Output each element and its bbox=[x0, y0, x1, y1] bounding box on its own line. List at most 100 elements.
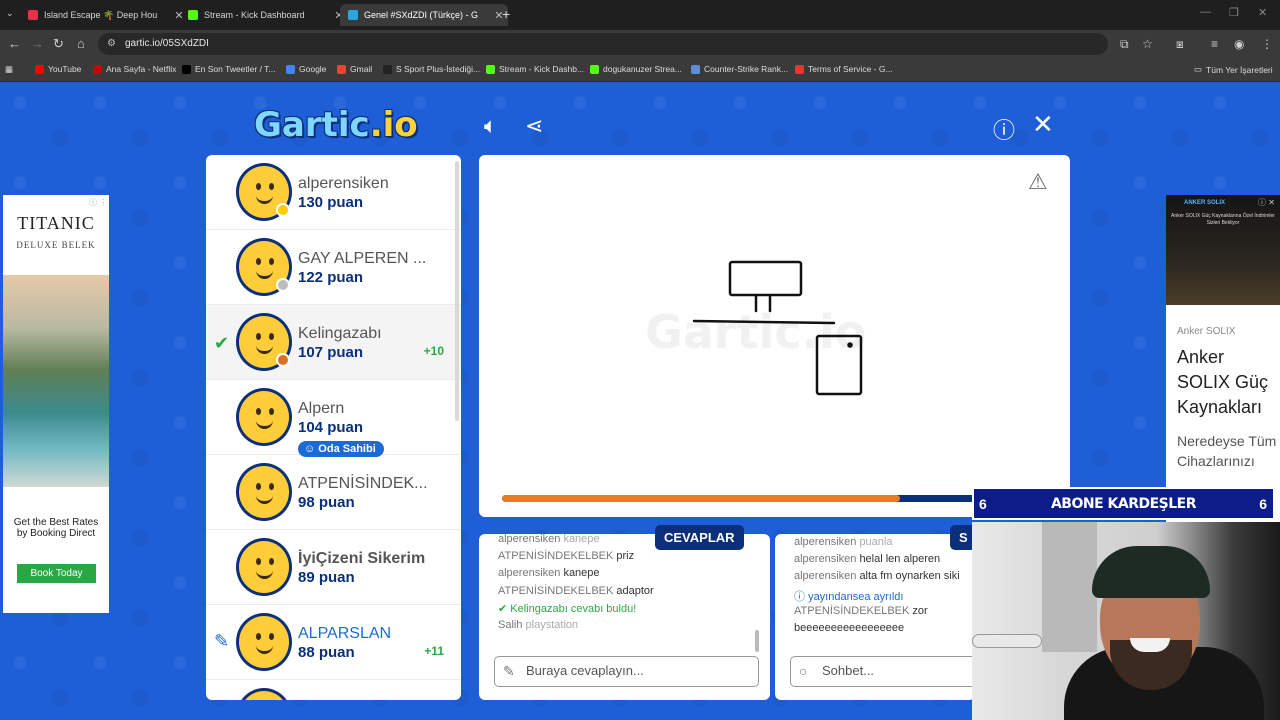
browser-tab[interactable]: Genel #SXdZDI (Türkçe) - G ✕ bbox=[340, 4, 508, 26]
bookmark-item[interactable]: Google bbox=[286, 64, 326, 74]
ad-left-title: TITANIC bbox=[17, 213, 95, 233]
bookmark-label: dogukanuzer Strea... bbox=[603, 64, 682, 74]
answer-user: ATPENİSİNDEKELBEK bbox=[498, 550, 614, 563]
chat-message: ATPENİSİNDEKELBEK zor bbox=[794, 605, 928, 617]
back-icon[interactable]: ← bbox=[8, 36, 21, 51]
ad-right-brand: ANKER SOLIX bbox=[1184, 200, 1226, 206]
close-icon[interactable]: ✕ bbox=[1032, 109, 1054, 140]
bookmark-item[interactable]: Gmail bbox=[337, 64, 372, 74]
player-row[interactable]: ✎ ALPARSLAN 88 puan +11 bbox=[206, 605, 461, 680]
drawing-pencil-icon: ✎ bbox=[214, 631, 230, 651]
maximize-icon[interactable]: ❐ bbox=[1229, 6, 1239, 19]
bookmark-item[interactable]: En Son Tweetler / T... bbox=[182, 64, 275, 74]
chat-user: yayındansea bbox=[808, 590, 871, 603]
minimize-icon[interactable]: — bbox=[1200, 6, 1211, 18]
bookmark-label: S Sport Plus-İstediği... bbox=[396, 64, 481, 74]
player-points: 98 puan bbox=[298, 494, 355, 511]
round-timer-fill bbox=[502, 495, 900, 502]
player-points: 122 puan bbox=[298, 269, 364, 286]
ad-right[interactable]: ANKER SOLIX Anker SOLIX Güç Kaynaklarına… bbox=[1166, 195, 1280, 525]
chat-message: ⓘ yayındansea ayrıldı bbox=[794, 588, 903, 604]
bookmark-favicon-icon bbox=[590, 64, 599, 74]
bookmark-item[interactable]: YouTube bbox=[35, 64, 81, 74]
bookmark-item[interactable]: Ana Sayfa - Netflix bbox=[93, 64, 176, 74]
apps-grid-icon[interactable]: ▦ bbox=[5, 64, 13, 75]
tab-favicon-icon bbox=[188, 10, 198, 20]
player-row[interactable]: ✔ Kelingazabı 107 puan +10 bbox=[206, 305, 461, 380]
answers-scrollbar[interactable] bbox=[755, 630, 759, 652]
forward-icon[interactable]: → bbox=[31, 36, 44, 51]
gartic-logo[interactable]: Gartic.io bbox=[254, 105, 418, 145]
profile-avatar-icon[interactable]: ◉ bbox=[1234, 37, 1244, 51]
ad-left[interactable]: ⓘ ⋮ TITANIC DELUXE BELEK Get the Best Ra… bbox=[3, 195, 109, 613]
answer-message: ✔ Kelingazabı cevabı buldu! bbox=[498, 602, 636, 615]
bookmark-item[interactable]: Stream - Kick Dashb... bbox=[486, 64, 584, 74]
all-bookmarks-folder[interactable]: ▭ Tüm Yer İşaretleri bbox=[1194, 64, 1273, 75]
browser-tab[interactable]: Stream - Kick Dashboard ✕ bbox=[180, 4, 348, 26]
tab-answers[interactable]: CEVAPLAR bbox=[655, 525, 744, 550]
player-name: ATPENİSİNDEK... bbox=[298, 475, 428, 492]
new-tab-button[interactable]: + bbox=[502, 6, 510, 22]
reload-icon[interactable]: ↻ bbox=[53, 36, 64, 52]
menu-icon[interactable]: ⋮ bbox=[1261, 37, 1273, 51]
sound-icon[interactable]: 🔈︎ bbox=[484, 113, 497, 139]
player-row[interactable]: ATPENİSİNDEK... 98 puan bbox=[206, 455, 461, 530]
bookmark-item[interactable]: Counter-Strike Rank... bbox=[691, 64, 788, 74]
player-row[interactable]: İyiÇizeni Sikerim 89 puan bbox=[206, 530, 461, 605]
answer-user: ATPENİSİNDEKELBEK bbox=[498, 584, 614, 597]
drawing-strokes bbox=[692, 260, 863, 396]
site-info-icon[interactable]: ⚙ bbox=[107, 33, 116, 55]
bookmark-star-icon[interactable]: ☆ bbox=[1142, 37, 1153, 51]
home-icon[interactable]: ⌂ bbox=[77, 36, 85, 51]
browser-tab[interactable]: Island Escape 🌴 Deep Hou ✕ bbox=[20, 4, 188, 26]
report-warning-icon[interactable]: ⚠ bbox=[1028, 169, 1048, 195]
ad-left-subtitle: DELUXE BELEK bbox=[16, 240, 96, 250]
avatar bbox=[236, 613, 292, 671]
player-row[interactable]: Alpern 104 puan ☺ Oda Sahibi bbox=[206, 380, 461, 457]
ad-info-icon[interactable]: ⓘ ⋮ bbox=[89, 197, 107, 208]
ad-right-info-icon[interactable]: ⓘ ✕ bbox=[1258, 197, 1275, 208]
bookmark-item[interactable]: dogukanuzer Strea... bbox=[590, 64, 682, 74]
chat-message: alperensiken helal len alperen bbox=[794, 553, 940, 565]
points-gained: +11 bbox=[424, 644, 444, 658]
extensions-icon[interactable]: ⧆ bbox=[1176, 37, 1184, 52]
ad-left-button[interactable]: Book Today bbox=[17, 564, 96, 583]
answer-input[interactable]: ✎ Buraya cevaplayın... bbox=[494, 656, 759, 687]
tab-favicon-icon bbox=[348, 10, 358, 20]
bookmark-favicon-icon bbox=[691, 64, 700, 74]
player-name: İyiÇizeni Sikerim bbox=[298, 550, 426, 567]
answer-user: alperensiken bbox=[498, 567, 561, 580]
ad-left-copy: Get the Best Rates by Booking Direct bbox=[13, 517, 99, 539]
url-field[interactable]: ⚙ gartic.io/05SXdZDI bbox=[98, 33, 1108, 55]
bookmark-item[interactable]: Terms of Service - G... bbox=[795, 64, 893, 74]
cast-icon[interactable]: ⧉ bbox=[1120, 37, 1129, 52]
answer-user: Kelingazabı bbox=[510, 602, 568, 615]
players-scrollbar[interactable] bbox=[455, 161, 459, 421]
chat-input[interactable]: ○ Sohbet... bbox=[790, 656, 975, 687]
player-row[interactable] bbox=[206, 680, 461, 700]
tab-search-icon[interactable]: ⌄ bbox=[6, 8, 14, 19]
bookmark-favicon-icon bbox=[35, 64, 44, 74]
answer-text: kanepe bbox=[563, 534, 600, 545]
bookmark-item[interactable]: S Sport Plus-İstediği... bbox=[383, 64, 480, 74]
close-window-icon[interactable]: ✕ bbox=[1258, 6, 1267, 19]
chat-placeholder: Sohbet... bbox=[822, 663, 875, 678]
share-icon[interactable]: ⋖ bbox=[525, 113, 543, 139]
bookmark-label: Stream - Kick Dashb... bbox=[499, 64, 585, 74]
rank-badge-icon bbox=[276, 278, 290, 292]
drawing-canvas[interactable]: Gartic.io ⚠ bbox=[479, 155, 1070, 517]
player-row[interactable]: GAY ALPEREN ... 122 puan bbox=[206, 230, 461, 305]
answers-panel: alperensiken kanepe ATPENİSİNDEKELBEK pri… bbox=[479, 534, 770, 700]
info-icon[interactable]: ⓘ bbox=[993, 113, 1015, 145]
chat-text: ayrıldı bbox=[873, 590, 904, 603]
bookmark-favicon-icon bbox=[486, 64, 495, 74]
avatar bbox=[236, 238, 292, 296]
ad-right-body: Neredeyse Tüm Cihazlarınızı bbox=[1177, 433, 1277, 469]
bookmark-favicon-icon bbox=[93, 64, 102, 74]
answer-user: Salih bbox=[498, 619, 523, 631]
player-row[interactable]: alperensiken 130 puan bbox=[206, 155, 461, 230]
correct-check-icon: ✔ bbox=[214, 333, 230, 353]
player-points: 107 puan bbox=[298, 344, 364, 361]
media-icon[interactable]: ≡ bbox=[1211, 37, 1218, 51]
tab-title: Island Escape 🌴 Deep Hou bbox=[44, 9, 158, 20]
